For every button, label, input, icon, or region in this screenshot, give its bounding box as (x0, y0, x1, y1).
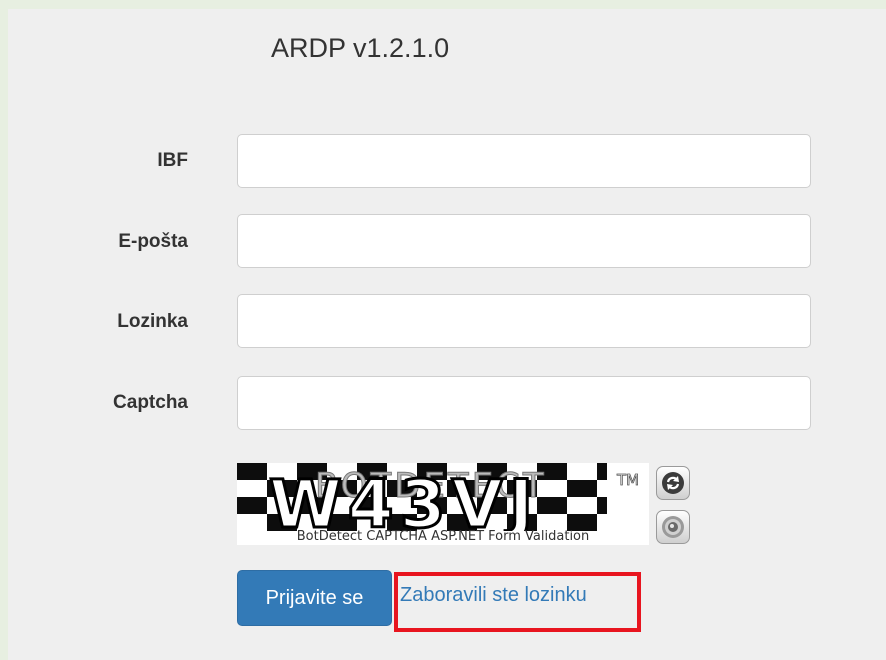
captcha-code-image: BOTDETECT W43VJ TM (237, 463, 649, 531)
login-button[interactable]: Prijavite se (237, 570, 392, 626)
captcha-code-text: W43VJ (269, 466, 539, 531)
captcha-trademark: TM (616, 471, 639, 489)
ibf-label: IBF (157, 150, 188, 171)
captcha-label: Captcha (113, 392, 188, 413)
page-title: ARDP v1.2.1.0 (271, 33, 450, 63)
captcha-field[interactable] (237, 376, 811, 430)
password-label: Lozinka (117, 311, 188, 332)
reload-captcha-button[interactable] (656, 466, 690, 500)
email-label: E-pošta (118, 231, 188, 252)
captcha-caption: BotDetect CAPTCHA ASP.NET Form Validatio… (296, 529, 590, 544)
speaker-icon (662, 516, 684, 538)
speak-captcha-button[interactable] (656, 510, 690, 544)
highlight-box (394, 572, 641, 632)
password-field[interactable] (237, 294, 811, 348)
reload-icon (662, 472, 684, 494)
email-field[interactable] (237, 214, 811, 268)
captcha-image: BOTDETECT W43VJ TM BotDetect CAPTCHA ASP… (237, 463, 649, 545)
ibf-field[interactable] (237, 134, 811, 188)
